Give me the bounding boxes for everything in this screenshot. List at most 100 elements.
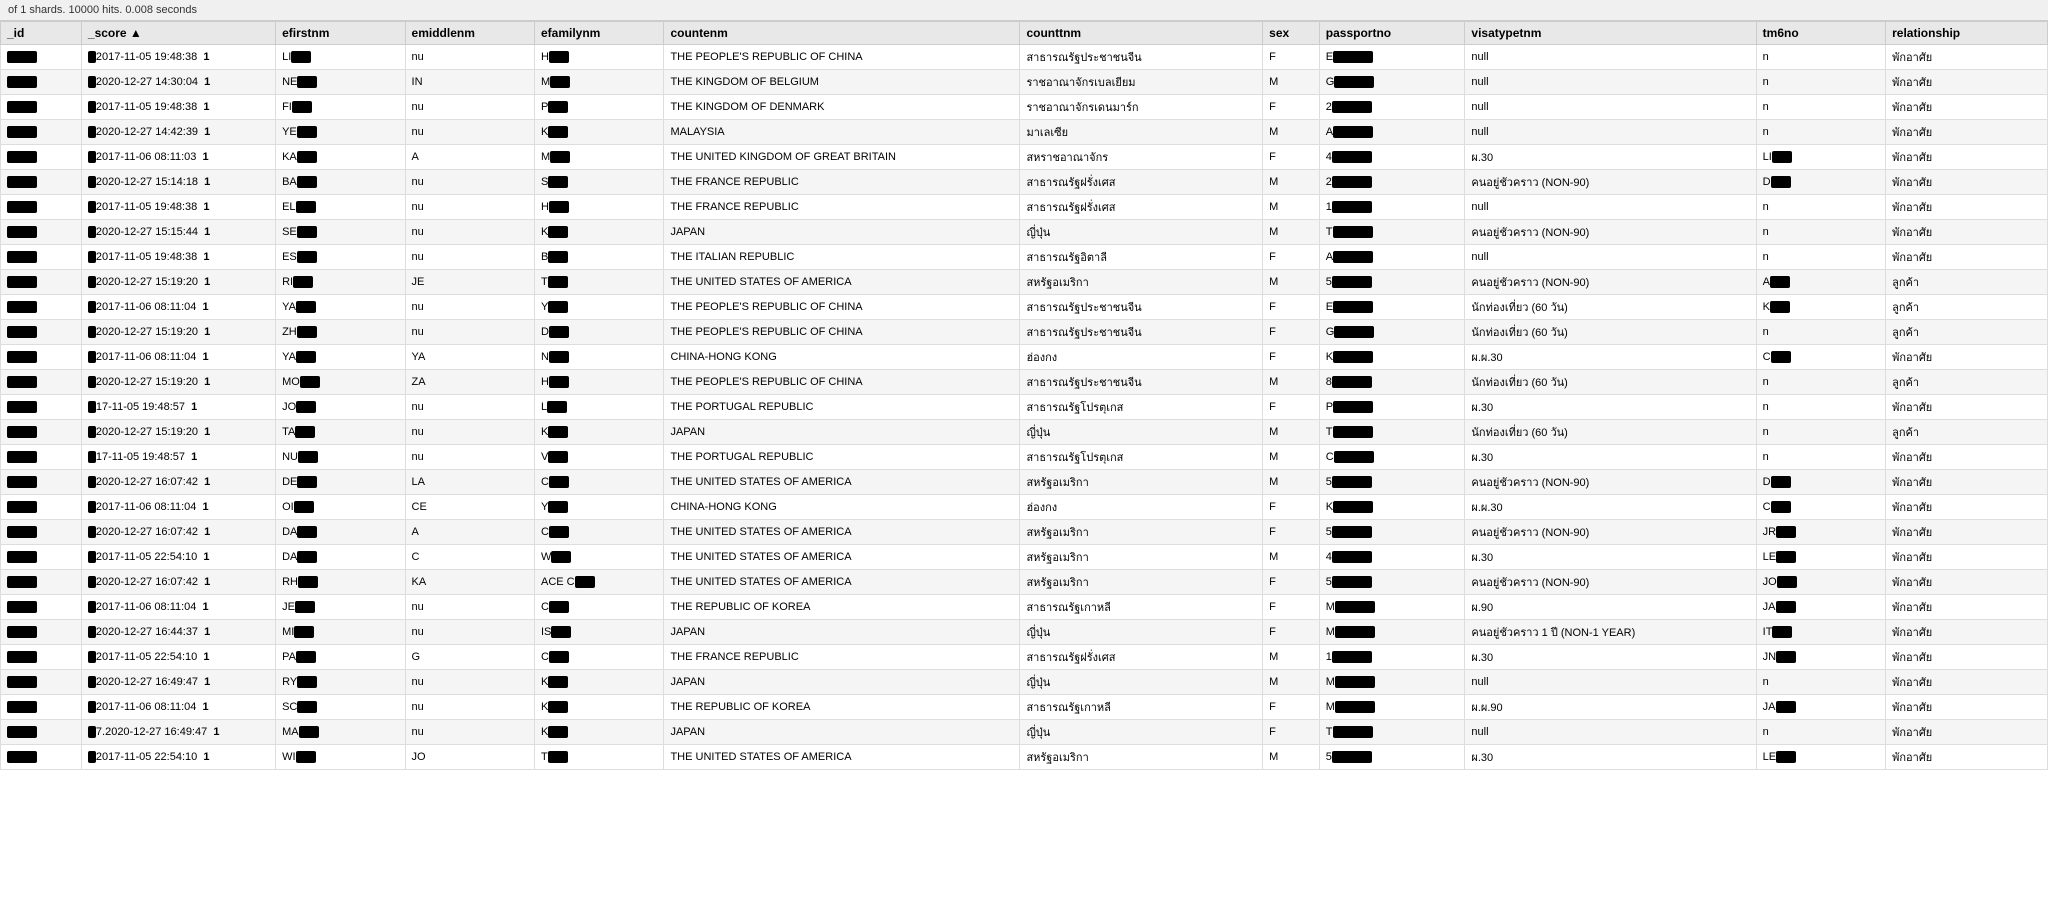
cell-emiddlenm: nu [405,620,534,645]
cell-sex: M [1263,420,1320,445]
table-row[interactable]: 2020-12-27 14:30:04 1NE INM THE KINGDOM … [1,70,2048,95]
table-row[interactable]: 2017-11-06 08:11:03 1KA AM THE UNITED KI… [1,145,2048,170]
cell-efirstnm: SC [276,695,405,720]
cell-visatypetnm: คนอยู่ชัวคราว (NON-90) [1465,170,1756,195]
cell-efirstnm: FI [276,95,405,120]
cell-passportno: 5 [1319,570,1465,595]
cell-efamilynm: C [534,470,663,495]
cell-relationship: พักอาศัย [1886,470,2048,495]
cell-relationship: พักอาศัย [1886,220,2048,245]
cell-relationship: พักอาศัย [1886,120,2048,145]
cell-relationship: พักอาศัย [1886,145,2048,170]
cell-passportno: 5 [1319,270,1465,295]
cell-tm6no: K [1756,295,1885,320]
table-row[interactable]: 2017-11-06 08:11:04 1JE nuC THE REPUBLIC… [1,595,2048,620]
cell-passportno: 4 [1319,545,1465,570]
cell-sex: F [1263,520,1320,545]
status-bar: of 1 shards. 10000 hits. 0.008 seconds [0,0,2048,21]
table-row[interactable]: 17-11-05 19:48:57 1JO nuL THE PORTUGAL R… [1,395,2048,420]
cell-relationship: พักอาศัย [1886,595,2048,620]
cell-countenm: THE PORTUGAL REPUBLIC [664,395,1020,420]
table-row[interactable]: 2017-11-06 08:11:04 1OI CEY CHINA-HONG K… [1,495,2048,520]
cell-id [1,595,82,620]
cell-countenm: THE FRANCE REPUBLIC [664,170,1020,195]
cell-visatypetnm: null [1465,720,1756,745]
cell-score: 2017-11-06 08:11:04 1 [81,295,275,320]
cell-efirstnm: DA [276,545,405,570]
cell-emiddlenm: JE [405,270,534,295]
cell-counttnm: ราชอาณาจักรเดนมาร์ก [1020,95,1263,120]
table-row[interactable]: 2017-11-05 22:54:10 1PA GC THE FRANCE RE… [1,645,2048,670]
cell-emiddlenm: KA [405,570,534,595]
table-row[interactable]: 2020-12-27 15:19:20 1ZH nuD THE PEOPLE'S… [1,320,2048,345]
cell-efirstnm: PA [276,645,405,670]
cell-efamilynm: Y [534,495,663,520]
cell-relationship: พักอาศัย [1886,45,2048,70]
cell-score: 2017-11-05 22:54:10 1 [81,545,275,570]
table-row[interactable]: 2017-11-06 08:11:04 1YA nuY THE PEOPLE'S… [1,295,2048,320]
cell-countenm: THE UNITED STATES OF AMERICA [664,545,1020,570]
header-_score[interactable]: _score ▲ [81,22,275,45]
table-row[interactable]: 2020-12-27 16:07:42 1RH KAACE C THE UNIT… [1,570,2048,595]
table-row[interactable]: 2020-12-27 15:14:18 1BA nuS THE FRANCE R… [1,170,2048,195]
cell-efamilynm: W [534,545,663,570]
cell-passportno: G [1319,70,1465,95]
cell-passportno: P [1319,395,1465,420]
cell-score: 2020-12-27 14:42:39 1 [81,120,275,145]
cell-visatypetnm: นักท่องเที่ยว (60 วัน) [1465,320,1756,345]
cell-passportno: M [1319,595,1465,620]
cell-score: 2020-12-27 16:07:42 1 [81,520,275,545]
table-row[interactable]: 2020-12-27 15:15:44 1SE nuK JAPANญี่ปุ่น… [1,220,2048,245]
cell-visatypetnm: ผ.30 [1465,395,1756,420]
table-row[interactable]: 2020-12-27 15:19:20 1TA nuK JAPANญี่ปุ่น… [1,420,2048,445]
cell-relationship: พักอาศัย [1886,395,2048,420]
cell-efamilynm: H [534,45,663,70]
cell-id [1,120,82,145]
cell-sex: M [1263,270,1320,295]
cell-score: 17-11-05 19:48:57 1 [81,445,275,470]
table-row[interactable]: 2017-11-05 19:48:38 1EL nuH THE FRANCE R… [1,195,2048,220]
cell-passportno: 5 [1319,520,1465,545]
cell-relationship: พักอาศัย [1886,695,2048,720]
cell-tm6no: D [1756,170,1885,195]
cell-id [1,420,82,445]
table-row[interactable]: 2020-12-27 16:07:42 1DA AC THE UNITED ST… [1,520,2048,545]
cell-score: 2020-12-27 16:49:47 1 [81,670,275,695]
cell-sex: F [1263,495,1320,520]
cell-passportno: 5 [1319,470,1465,495]
cell-tm6no: n [1756,720,1885,745]
table-row[interactable]: 2020-12-27 16:44:37 1MI nuIS JAPANญี่ปุ่… [1,620,2048,645]
cell-countenm: THE UNITED STATES OF AMERICA [664,745,1020,770]
table-row[interactable]: 2017-11-05 22:54:10 1DA CW THE UNITED ST… [1,545,2048,570]
cell-efirstnm: YA [276,295,405,320]
table-row[interactable]: 2020-12-27 14:42:39 1YE nuK MALAYSIAมาเล… [1,120,2048,145]
cell-relationship: พักอาศัย [1886,745,2048,770]
cell-efamilynm: K [534,670,663,695]
table-row[interactable]: 2017-11-05 19:48:38 1ES nuB THE ITALIAN … [1,245,2048,270]
cell-efamilynm: C [534,520,663,545]
cell-emiddlenm: nu [405,670,534,695]
cell-efirstnm: RH [276,570,405,595]
table-row[interactable]: 2020-12-27 15:19:20 1MO ZAH THE PEOPLE'S… [1,370,2048,395]
cell-emiddlenm: nu [405,120,534,145]
table-row[interactable]: 2017-11-06 08:11:04 1SC nuK THE REPUBLIC… [1,695,2048,720]
cell-efamilynm: B [534,245,663,270]
cell-emiddlenm: nu [405,445,534,470]
cell-id [1,670,82,695]
cell-efirstnm: NE [276,70,405,95]
cell-emiddlenm: nu [405,45,534,70]
table-row[interactable]: 7.2020-12-27 16:49:47 1MA nuK JAPANญี่ปุ… [1,720,2048,745]
table-row[interactable]: 17-11-05 19:48:57 1NU nuV THE PORTUGAL R… [1,445,2048,470]
cell-passportno: 4 [1319,145,1465,170]
cell-id [1,270,82,295]
table-row[interactable]: 2020-12-27 15:19:20 1RI JET THE UNITED S… [1,270,2048,295]
table-row[interactable]: 2017-11-05 19:48:38 1FI nuP THE KINGDOM … [1,95,2048,120]
table-row[interactable]: 2017-11-05 22:54:10 1WI JOT THE UNITED S… [1,745,2048,770]
table-row[interactable]: 2017-11-05 19:48:38 1LI nuH THE PEOPLE'S… [1,45,2048,70]
table-row[interactable]: 2017-11-06 08:11:04 1YA YAN CHINA-HONG K… [1,345,2048,370]
cell-relationship: ลูกค้า [1886,320,2048,345]
table-row[interactable]: 2020-12-27 16:49:47 1RY nuK JAPANญี่ปุ่น… [1,670,2048,695]
table-header: _id_score ▲efirstnmemiddlenmefamilynmcou… [1,22,2048,45]
table-row[interactable]: 2020-12-27 16:07:42 1DE LAC THE UNITED S… [1,470,2048,495]
cell-visatypetnm: ผ.30 [1465,445,1756,470]
